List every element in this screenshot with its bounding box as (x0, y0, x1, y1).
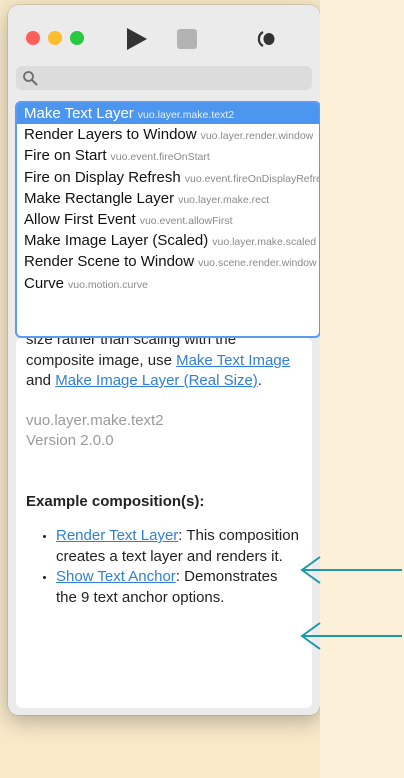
make-text-image-link[interactable]: Make Text Image (176, 352, 290, 369)
node-title: Make Rectangle Layer (24, 189, 175, 207)
search-field[interactable] (16, 66, 312, 90)
render-text-layer-link[interactable]: Render Text Layer (56, 527, 178, 544)
node-list-item[interactable]: Fire on Display Refresh vuo.event.fireOnD… (17, 167, 319, 188)
show-text-anchor-link[interactable]: Show Text Anchor (56, 568, 176, 585)
node-list-item[interactable]: Make Text Layer vuo.layer.make.text2 (17, 103, 319, 125)
node-title: Curve (24, 274, 65, 292)
run-icon[interactable] (124, 27, 148, 51)
node-version: Version 2.0.0 (26, 432, 114, 449)
node-class: vuo.event.fireOnDisplayRefresh (184, 172, 319, 185)
example-item: Show Text Anchor: Demonstrates the 9 tex… (56, 567, 302, 608)
show-events-icon[interactable] (256, 30, 278, 48)
node-title: Fire on Display Refresh (24, 168, 181, 186)
node-class: vuo.event.fireOnStart (110, 151, 210, 164)
node-class: vuo.scene.render.window (198, 257, 317, 270)
zoom-window-button[interactable] (70, 31, 84, 45)
node-class: vuo.motion.curve (68, 278, 148, 291)
search-icon (23, 71, 38, 86)
node-list-item[interactable]: Make Image Layer (Scaled) vuo.layer.make.… (17, 230, 319, 251)
node-title: Render Scene to Window (24, 253, 195, 271)
node-class: vuo.layer.make.scaled (212, 236, 317, 249)
close-window-button[interactable] (26, 31, 40, 45)
node-class: vuo.layer.make.rect (178, 193, 270, 206)
node-class: vuo.layer.render.window (200, 130, 314, 143)
node-list-item[interactable]: Allow First Event vuo.event.allowFirst (17, 209, 319, 230)
node-list-item[interactable]: Curve vuo.motion.curve (17, 273, 319, 294)
doc-paragraph: size rather than scaling with the compos… (26, 338, 302, 392)
doc-text: . (257, 372, 262, 389)
node-title: Make Image Layer (Scaled) (24, 232, 209, 250)
examples-heading: Example composition(s): (26, 492, 205, 510)
documentation-panel: size rather than scaling with the compos… (16, 338, 312, 708)
node-title: Allow First Event (24, 210, 136, 228)
node-class: vuo.event.allowFirst (139, 214, 233, 227)
annotation-arrow-icon (300, 622, 402, 650)
node-list-item[interactable]: Render Layers to Window vuo.layer.render.… (17, 124, 319, 145)
example-item: Render Text Layer: This composition crea… (56, 526, 302, 567)
make-image-layer-real-size-link[interactable]: Make Image Layer (Real Size) (55, 372, 258, 389)
minimize-window-button[interactable] (48, 31, 62, 45)
node-title: Make Text Layer (24, 105, 134, 122)
side-panel-background (320, 0, 404, 778)
node-list-item[interactable]: Render Scene to Window vuo.scene.render.w… (17, 251, 319, 272)
node-library-window: Make Text Layer vuo.layer.make.text2 Rende… (8, 5, 320, 715)
stop-icon[interactable] (177, 29, 197, 49)
node-title: Fire on Start (24, 147, 107, 165)
annotation-arrow-icon (300, 556, 402, 584)
doc-text: and (26, 372, 56, 389)
node-class-name: vuo.layer.make.text2 (26, 411, 164, 429)
examples-list: Render Text Layer: This composition crea… (26, 526, 302, 608)
node-list: Make Text Layer vuo.layer.make.text2 Rende… (15, 101, 320, 338)
node-list-item[interactable]: Make Rectangle Layer vuo.layer.make.rect (17, 188, 319, 209)
node-title: Render Layers to Window (24, 126, 197, 144)
node-list-item[interactable]: Fire on Start vuo.event.fireOnStart (17, 145, 319, 166)
window-toolbar (8, 5, 320, 60)
node-class: vuo.layer.make.text2 (137, 109, 235, 121)
node-meta: vuo.layer.make.text2 Version 2.0.0 (26, 411, 302, 452)
